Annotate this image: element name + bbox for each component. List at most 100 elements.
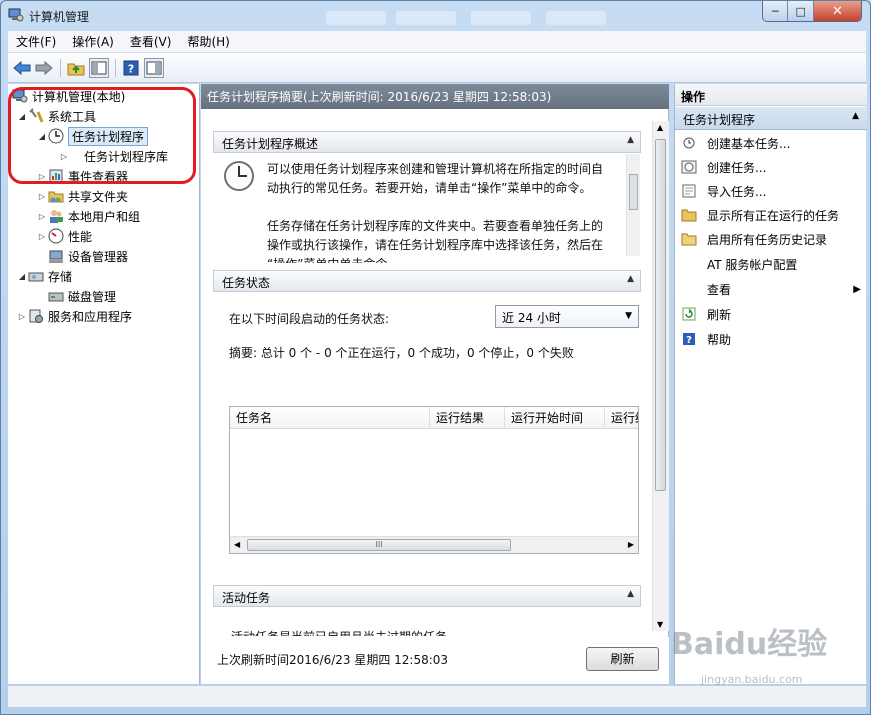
show-hide-tree-icon[interactable] [89, 58, 109, 78]
tree-item-shared-folders[interactable]: ▷ 共享文件夹 [36, 186, 128, 206]
section-title: 任务计划程序概述 [222, 137, 319, 151]
help-icon[interactable]: ? [121, 58, 141, 78]
tree-label: 设备管理器 [68, 249, 129, 264]
action-label: 导入任务... [707, 184, 767, 199]
scroll-right-icon[interactable]: ▶ [628, 540, 634, 549]
close-button[interactable]: ✕ [813, 1, 861, 21]
refresh-icon [681, 306, 697, 322]
action-label: 查看 [707, 282, 732, 297]
back-arrow-icon[interactable] [12, 58, 32, 78]
action-create-basic-task[interactable]: 创建基本任务... [681, 133, 790, 153]
active-section-header[interactable]: 活动任务 ▲ [213, 585, 641, 607]
action-import-task[interactable]: 导入任务... [681, 181, 766, 201]
table-header: 任务名 运行结果 运行开始时间 运行结 [230, 407, 638, 429]
tree-item-services-apps[interactable]: ▷ 服务和应用程序 [16, 306, 132, 326]
action-at-service-config[interactable]: AT 服务帐户配置 [681, 254, 797, 274]
menu-bar: 文件(F) 操作(A) 查看(V) 帮助(H) [8, 31, 866, 53]
action-help[interactable]: ? 帮助 [681, 329, 731, 349]
scroll-left-icon[interactable]: ◀ [234, 540, 240, 549]
clock-icon [223, 160, 255, 195]
collapse-icon[interactable]: ▲ [627, 274, 634, 284]
column-task-name[interactable]: 任务名 [230, 407, 430, 429]
background-tab [546, 11, 606, 25]
maximize-button[interactable]: □ [788, 1, 814, 21]
content-vertical-scrollbar[interactable]: ▲ ▼ [652, 121, 669, 631]
scroll-up-icon[interactable]: ▲ [657, 123, 663, 132]
tree-label: 服务和应用程序 [48, 309, 133, 324]
action-label: 显示所有正在运行的任务 [707, 208, 840, 223]
scroll-thumb[interactable]: III [247, 539, 511, 551]
users-icon [48, 208, 64, 224]
toolbar: ? [8, 53, 866, 83]
up-folder-icon[interactable] [66, 58, 86, 78]
column-result[interactable]: 运行结果 [430, 407, 505, 429]
action-view[interactable]: 查看 ▶ [681, 279, 861, 299]
actions-pane: 操作 任务计划程序 ▲ 创建基本任务... 创建任务... 导入任务... 显示… [674, 84, 867, 684]
shared-folder-icon [48, 188, 64, 204]
performance-gauge-icon [48, 228, 64, 244]
tree-item-local-users[interactable]: ▷ 本地用户和组 [36, 206, 140, 226]
tree-label: 共享文件夹 [68, 189, 129, 204]
overview-scrollbar[interactable] [626, 154, 640, 256]
create-task-icon [681, 159, 697, 175]
minimize-button[interactable]: ─ [763, 1, 789, 21]
menu-help[interactable]: 帮助(H) [179, 31, 237, 53]
tree-item-device-manager[interactable]: 设备管理器 [48, 246, 128, 266]
collapsed-triangle-icon[interactable]: ▷ [16, 312, 28, 321]
status-bar [8, 685, 866, 707]
select-value: 近 24 小时 [502, 311, 561, 325]
overview-section-header[interactable]: 任务计划程序概述 ▲ [213, 131, 641, 153]
tree-item-performance[interactable]: ▷ 性能 [36, 226, 92, 246]
task-status-table: 任务名 运行结果 运行开始时间 运行结 ◀ III ▶ [229, 406, 639, 554]
menu-view[interactable]: 查看(V) [122, 31, 180, 53]
column-start-time[interactable]: 运行开始时间 [505, 407, 605, 429]
expanded-triangle-icon[interactable]: ◢ [16, 272, 28, 281]
collapsed-triangle-icon[interactable]: ▷ [36, 192, 48, 201]
collapse-icon[interactable]: ▲ [627, 589, 634, 599]
scroll-thumb[interactable] [629, 174, 638, 210]
action-refresh[interactable]: 刷新 [681, 304, 731, 324]
collapse-icon[interactable]: ▲ [627, 135, 634, 145]
collapsed-triangle-icon[interactable]: ▷ [36, 232, 48, 241]
menu-file[interactable]: 文件(F) [8, 31, 64, 53]
menu-action[interactable]: 操作(A) [64, 31, 122, 53]
title-bar[interactable]: 计算机管理 ─ □ ✕ [1, 1, 870, 31]
scroll-down-icon[interactable]: ▼ [657, 620, 663, 629]
red-highlight-annotation [8, 87, 196, 184]
content-pane: 任务计划程序摘要(上次刷新时间: 2016/6/23 星期四 12:58:03)… [201, 84, 669, 684]
status-section-header[interactable]: 任务状态 ▲ [213, 270, 641, 292]
time-range-select[interactable]: 近 24 小时 ▼ [495, 305, 639, 328]
action-label: 启用所有任务历史记录 [707, 232, 828, 247]
services-icon [28, 308, 44, 324]
folder-icon [681, 231, 697, 247]
action-label: 创建基本任务... [707, 136, 791, 151]
column-run-end[interactable]: 运行结 [605, 407, 638, 429]
svg-text:?: ? [686, 335, 692, 346]
scroll-thumb[interactable] [655, 139, 666, 491]
action-label: 帮助 [707, 332, 732, 347]
action-enable-history[interactable]: 启用所有任务历史记录 [681, 229, 827, 249]
show-action-pane-icon[interactable] [144, 58, 164, 78]
collapse-icon[interactable]: ▲ [852, 111, 859, 121]
last-refresh-text: 上次刷新时间2016/6/23 星期四 12:58:03 [217, 653, 449, 667]
group-title: 任务计划程序 [683, 113, 756, 127]
section-title: 任务状态 [222, 276, 271, 290]
tree-item-disk-management[interactable]: 磁盘管理 [48, 286, 116, 306]
actions-group-header[interactable]: 任务计划程序 ▲ [675, 107, 867, 130]
toolbar-separator [115, 59, 116, 77]
status-label: 在以下时间段启动的任务状态: [229, 312, 390, 326]
collapsed-triangle-icon[interactable]: ▷ [36, 212, 48, 221]
tree-label: 磁盘管理 [68, 289, 117, 304]
forward-arrow-icon[interactable] [34, 58, 54, 78]
tree-label: 性能 [68, 229, 93, 244]
actions-title: 操作 [675, 84, 867, 106]
content-header: 任务计划程序摘要(上次刷新时间: 2016/6/23 星期四 12:58:03) [201, 84, 669, 109]
refresh-button[interactable]: 刷新 [586, 647, 659, 671]
action-create-task[interactable]: 创建任务... [681, 157, 766, 177]
action-show-running[interactable]: 显示所有正在运行的任务 [681, 205, 839, 225]
tree-item-storage[interactable]: ◢ 存储 [16, 266, 72, 286]
background-tab [471, 11, 531, 25]
dropdown-arrow-icon: ▼ [625, 311, 632, 321]
table-horizontal-scrollbar[interactable]: ◀ III ▶ [230, 536, 638, 553]
